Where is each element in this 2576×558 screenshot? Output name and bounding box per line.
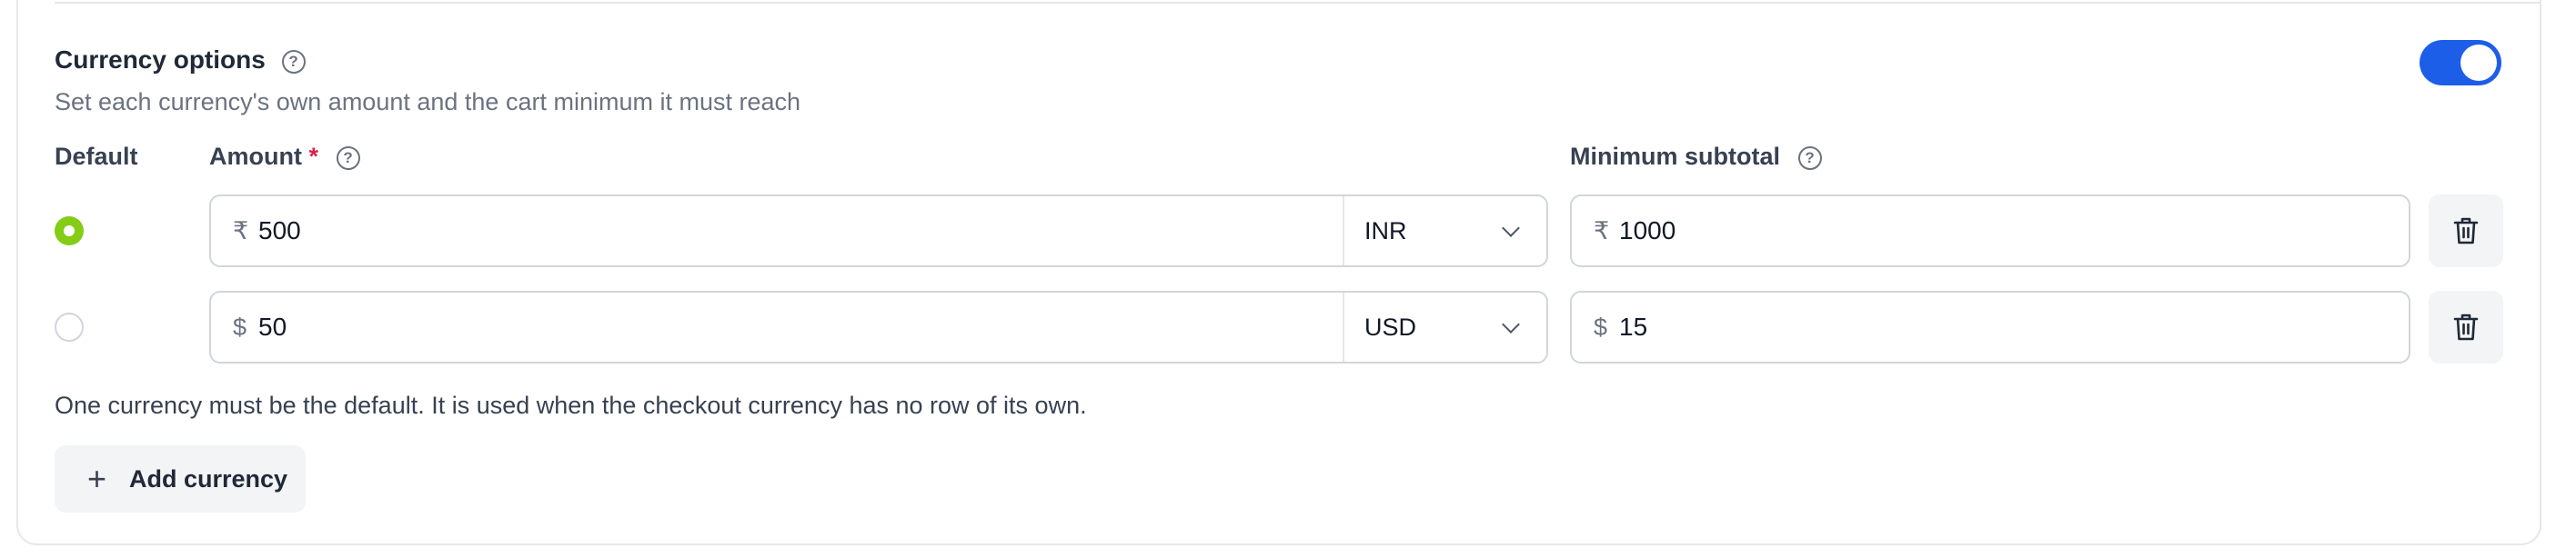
delete-row-button-inr[interactable] <box>2429 194 2503 267</box>
default-radio-usd[interactable] <box>55 313 84 342</box>
min-subtotal-help-icon[interactable]: ? <box>1797 145 1822 170</box>
min-subtotal-field-usd[interactable]: $ 15 <box>1570 291 2410 364</box>
rupee-symbol: ₹ <box>233 217 249 244</box>
help-icon[interactable]: ? <box>281 49 306 74</box>
min-subtotal-input[interactable]: 1000 <box>1619 196 1675 265</box>
column-amount-label: Amount <box>209 143 302 170</box>
trash-icon <box>2453 217 2479 244</box>
min-subtotal-field-inr[interactable]: ₹ 1000 <box>1570 194 2410 267</box>
rupee-symbol: ₹ <box>1594 217 1610 244</box>
currency-select-value: INR <box>1364 217 1407 244</box>
currency-options-toggle[interactable] <box>2420 40 2501 85</box>
default-currency-note: One currency must be the default. It is … <box>55 392 1087 419</box>
currency-select-usd[interactable]: USD <box>1343 293 1546 362</box>
currency-options-card <box>16 0 2541 545</box>
currency-select-value: USD <box>1364 314 1417 341</box>
column-amount: Amount * ? <box>209 138 360 174</box>
amount-field-usd[interactable]: $ 50 USD <box>209 291 1548 364</box>
trash-icon <box>2453 314 2479 341</box>
add-currency-label: Add currency <box>129 465 288 493</box>
plus-icon: + <box>87 460 107 497</box>
amount-input[interactable]: 500 <box>258 196 301 265</box>
column-minimum-subtotal: Minimum subtotal ? <box>1570 138 1822 174</box>
section-subtitle: Set each currency's own amount and the c… <box>55 88 801 115</box>
section-title-text: Currency options <box>55 45 266 74</box>
min-subtotal-input[interactable]: 15 <box>1619 293 1647 362</box>
delete-row-button-usd[interactable] <box>2429 291 2503 364</box>
toggle-knob <box>2460 45 2497 81</box>
section-title: Currency options ? <box>55 42 306 78</box>
dollar-symbol: $ <box>1594 314 1608 341</box>
chevron-down-icon <box>1502 219 1520 237</box>
dollar-symbol: $ <box>233 314 247 341</box>
column-min-subtotal-label: Minimum subtotal <box>1570 143 1780 170</box>
amount-input[interactable]: 50 <box>258 293 287 362</box>
required-indicator: * <box>308 143 319 170</box>
currency-select-inr[interactable]: INR <box>1343 196 1546 265</box>
amount-help-icon[interactable]: ? <box>336 145 360 170</box>
column-default: Default <box>55 143 138 170</box>
amount-field-inr[interactable]: ₹ 500 INR <box>209 194 1548 267</box>
default-radio-inr[interactable] <box>55 216 84 245</box>
chevron-down-icon <box>1502 315 1520 334</box>
top-divider <box>55 2 2540 4</box>
add-currency-button[interactable]: + Add currency <box>55 445 306 513</box>
